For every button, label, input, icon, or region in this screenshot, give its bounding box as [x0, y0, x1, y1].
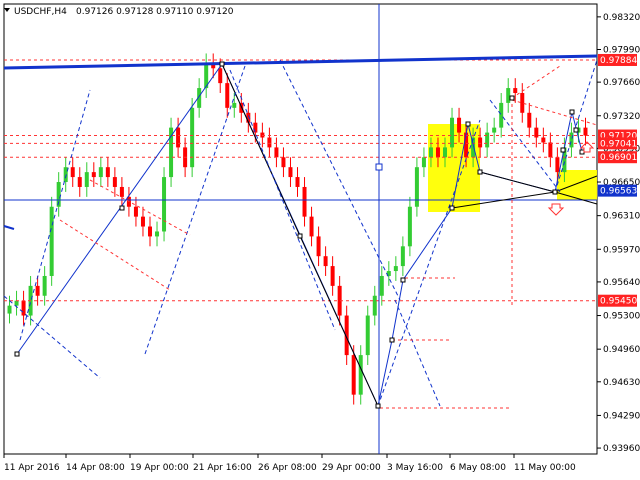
candle-body [443, 147, 448, 158]
candle-body [77, 177, 82, 187]
price-marker-label: 0.96901 [600, 153, 637, 163]
candle-body [506, 88, 511, 103]
y-tick-label: 0.96310 [603, 212, 640, 222]
x-tick-label: 14 Apr 08:00 [66, 463, 125, 473]
candle-body [555, 157, 560, 173]
candle-body [414, 167, 419, 207]
price-marker-label: 0.95450 [600, 297, 637, 307]
x-tick-label: 3 May 16:00 [387, 463, 443, 473]
candle-body [162, 177, 167, 232]
candle-body [393, 266, 398, 272]
plot-area [3, 3, 598, 455]
price-chart: USDCHF,H4 0.97126 0.97128 0.97110 0.9712… [3, 3, 640, 473]
x-tick-label: 11 May 00:00 [514, 463, 576, 473]
candle-body [267, 137, 272, 148]
candle-body [35, 285, 40, 296]
price-marker-label: 0.97041 [600, 139, 637, 149]
candle-body [119, 186, 124, 197]
candle-body [218, 68, 223, 84]
candle-body [176, 127, 181, 148]
x-axis: 11 Apr 2016 14 Apr 08:00 19 Apr 00:00 21 Ap… [3, 454, 576, 473]
candle-body [70, 167, 75, 178]
candle-body [330, 266, 335, 286]
highlight-box-right [557, 170, 597, 200]
candle-body [435, 147, 440, 158]
candle-body [42, 275, 47, 296]
candle-body [492, 127, 497, 133]
candle-body [133, 206, 138, 217]
candle-body [457, 117, 462, 133]
price-marker-label: 0.96563 [600, 187, 637, 197]
candle-body [49, 206, 54, 276]
x-tick-label: 6 May 08:00 [450, 463, 506, 473]
y-tick-label: 0.97320 [603, 112, 640, 122]
y-tick-label: 0.94630 [603, 378, 640, 388]
candle-body [316, 236, 321, 257]
symbol-label: USDCHF,H4 [14, 7, 67, 17]
y-tick-label: 0.94290 [603, 411, 640, 421]
candle-body [225, 83, 230, 108]
price-marker-label: 0.97884 [600, 56, 637, 66]
candle-body [112, 177, 117, 187]
y-tick-label: 0.95300 [603, 312, 640, 322]
candle-body [520, 93, 525, 113]
candle-body [155, 231, 160, 237]
ohlc-values: 0.97126 0.97128 0.97110 0.97120 [76, 7, 234, 17]
y-tick-label: 0.94960 [603, 345, 640, 355]
candle-body [548, 142, 553, 158]
candle-body [428, 147, 433, 158]
x-tick-label: 11 Apr 2016 [4, 463, 60, 473]
candle-body [527, 112, 532, 128]
candle-body [288, 167, 293, 178]
candle-body [98, 167, 103, 178]
x-tick-label: 29 Apr 00:00 [322, 463, 381, 473]
candle-body [281, 157, 286, 168]
candle-body [63, 167, 68, 183]
x-tick-label: 21 Apr 16:00 [193, 463, 252, 473]
candle-body [21, 300, 26, 316]
chart-header: USDCHF,H4 0.97126 0.97128 0.97110 0.9712… [4, 7, 234, 17]
candle-body [309, 216, 314, 237]
candle-body [351, 355, 356, 395]
candle-body [323, 256, 328, 267]
y-tick-label: 0.95640 [603, 278, 640, 288]
candle-body [358, 355, 363, 395]
candle-body [7, 305, 12, 314]
candle-body [379, 275, 384, 296]
candle-body [147, 226, 152, 237]
candle-body [302, 186, 307, 217]
candle-body [274, 147, 279, 158]
candle-body [253, 122, 258, 133]
y-tick-label: 0.98320 [603, 13, 640, 23]
candle-body [190, 107, 195, 168]
candle-body [541, 137, 546, 143]
candle-body [232, 102, 237, 108]
candle-body [365, 315, 370, 356]
candle-body [478, 137, 483, 148]
y-tick-label: 0.93960 [603, 444, 640, 454]
candle-body [513, 88, 518, 94]
candle-body [91, 172, 96, 178]
candle-body [407, 206, 412, 247]
y-axis: 0.983200.979900.976600.973200.969900.966… [597, 13, 640, 454]
candle-body [421, 157, 426, 168]
candle-body [485, 132, 490, 148]
candle-body [105, 167, 110, 178]
candle-body [372, 295, 377, 316]
candle-body [583, 127, 588, 136]
candle-body [295, 177, 300, 187]
y-tick-label: 0.95970 [603, 245, 640, 255]
y-tick-label: 0.97660 [603, 78, 640, 88]
crosshair-marker [375, 163, 383, 171]
candle-body [140, 216, 145, 227]
x-tick-label: 26 Apr 08:00 [258, 463, 317, 473]
candle-body [400, 246, 405, 267]
candle-body [84, 172, 89, 187]
candle-body [499, 102, 504, 128]
x-tick-label: 19 Apr 00:00 [130, 463, 189, 473]
